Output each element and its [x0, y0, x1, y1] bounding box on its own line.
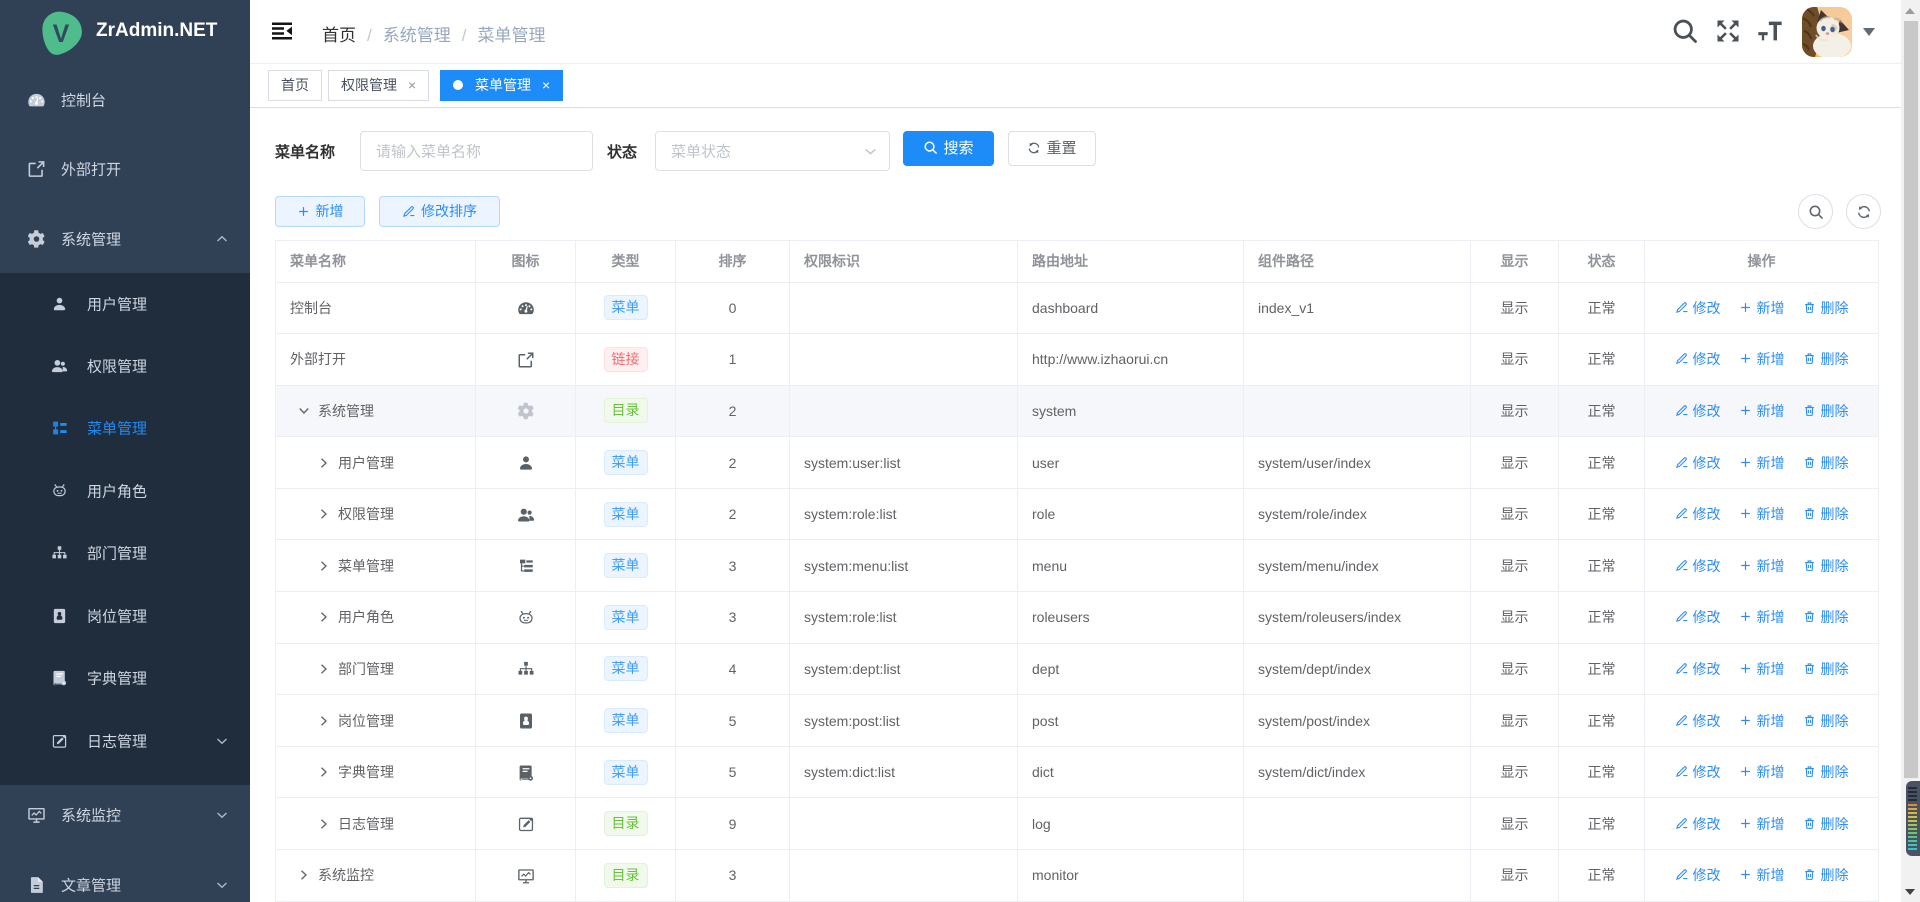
svg-text:V: V [53, 20, 70, 48]
